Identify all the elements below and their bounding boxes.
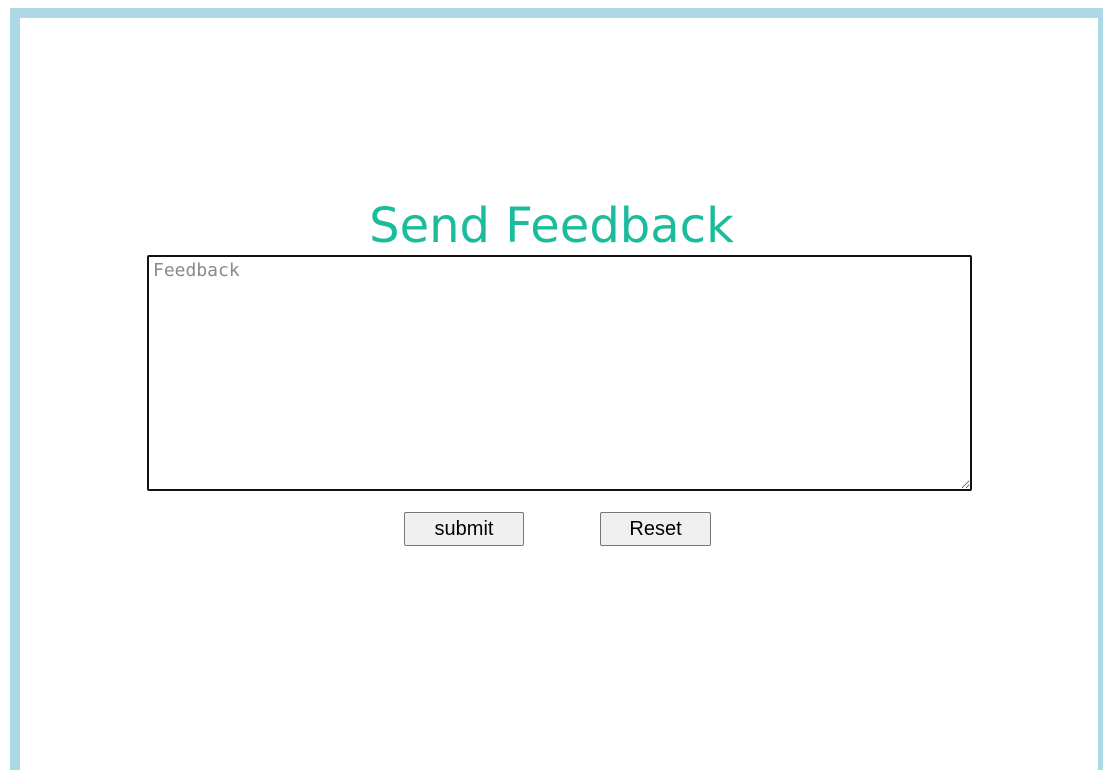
page-title: Send Feedback <box>369 198 734 254</box>
submit-button[interactable]: submit <box>404 512 524 546</box>
reset-button[interactable]: Reset <box>600 512 711 546</box>
feedback-input[interactable] <box>147 255 972 491</box>
